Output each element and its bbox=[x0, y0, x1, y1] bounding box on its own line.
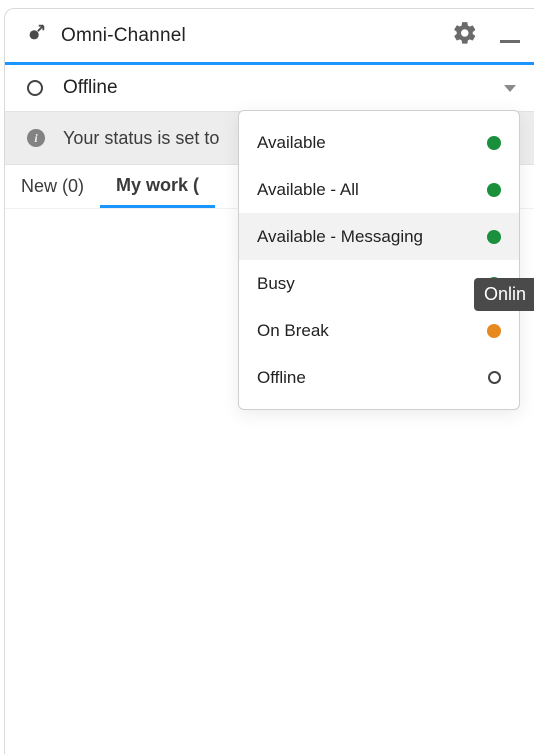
status-dot-green-icon bbox=[487, 183, 501, 197]
gear-icon[interactable] bbox=[452, 20, 478, 51]
status-option-available[interactable]: Available bbox=[239, 119, 519, 166]
status-dot-hollow-icon bbox=[488, 371, 501, 384]
status-option-label: Available - Messaging bbox=[257, 227, 423, 247]
status-option-label: Busy bbox=[257, 274, 295, 294]
panel-header: Omni-Channel bbox=[5, 9, 534, 65]
status-indicator-offline-icon bbox=[27, 80, 43, 96]
status-info-message: Your status is set to bbox=[63, 128, 219, 149]
status-option-on-break[interactable]: On Break bbox=[239, 307, 519, 354]
status-dot-orange-icon bbox=[487, 324, 501, 338]
status-selector[interactable]: Offline bbox=[5, 65, 534, 111]
status-option-offline[interactable]: Offline bbox=[239, 354, 519, 401]
status-tooltip: Onlin bbox=[474, 278, 534, 311]
status-option-label: Available bbox=[257, 133, 326, 153]
status-dot-green-icon bbox=[487, 136, 501, 150]
status-option-label: On Break bbox=[257, 321, 329, 341]
minimize-button[interactable] bbox=[500, 40, 520, 43]
status-current-label: Offline bbox=[63, 77, 118, 99]
status-option-available-messaging[interactable]: Available - Messaging bbox=[239, 213, 519, 260]
status-option-label: Available - All bbox=[257, 180, 359, 200]
tab-my-work[interactable]: My work ( bbox=[100, 165, 215, 208]
status-option-label: Offline bbox=[257, 368, 306, 388]
status-option-available-all[interactable]: Available - All bbox=[239, 166, 519, 213]
tab-new[interactable]: New (0) bbox=[5, 165, 100, 208]
info-icon: i bbox=[27, 129, 45, 147]
status-dot-green-icon bbox=[487, 230, 501, 244]
panel-title: Omni-Channel bbox=[61, 25, 186, 47]
chevron-down-icon bbox=[504, 85, 516, 92]
omni-channel-icon bbox=[25, 22, 47, 49]
status-dropdown: Available Available - All Available - Me… bbox=[238, 110, 520, 410]
